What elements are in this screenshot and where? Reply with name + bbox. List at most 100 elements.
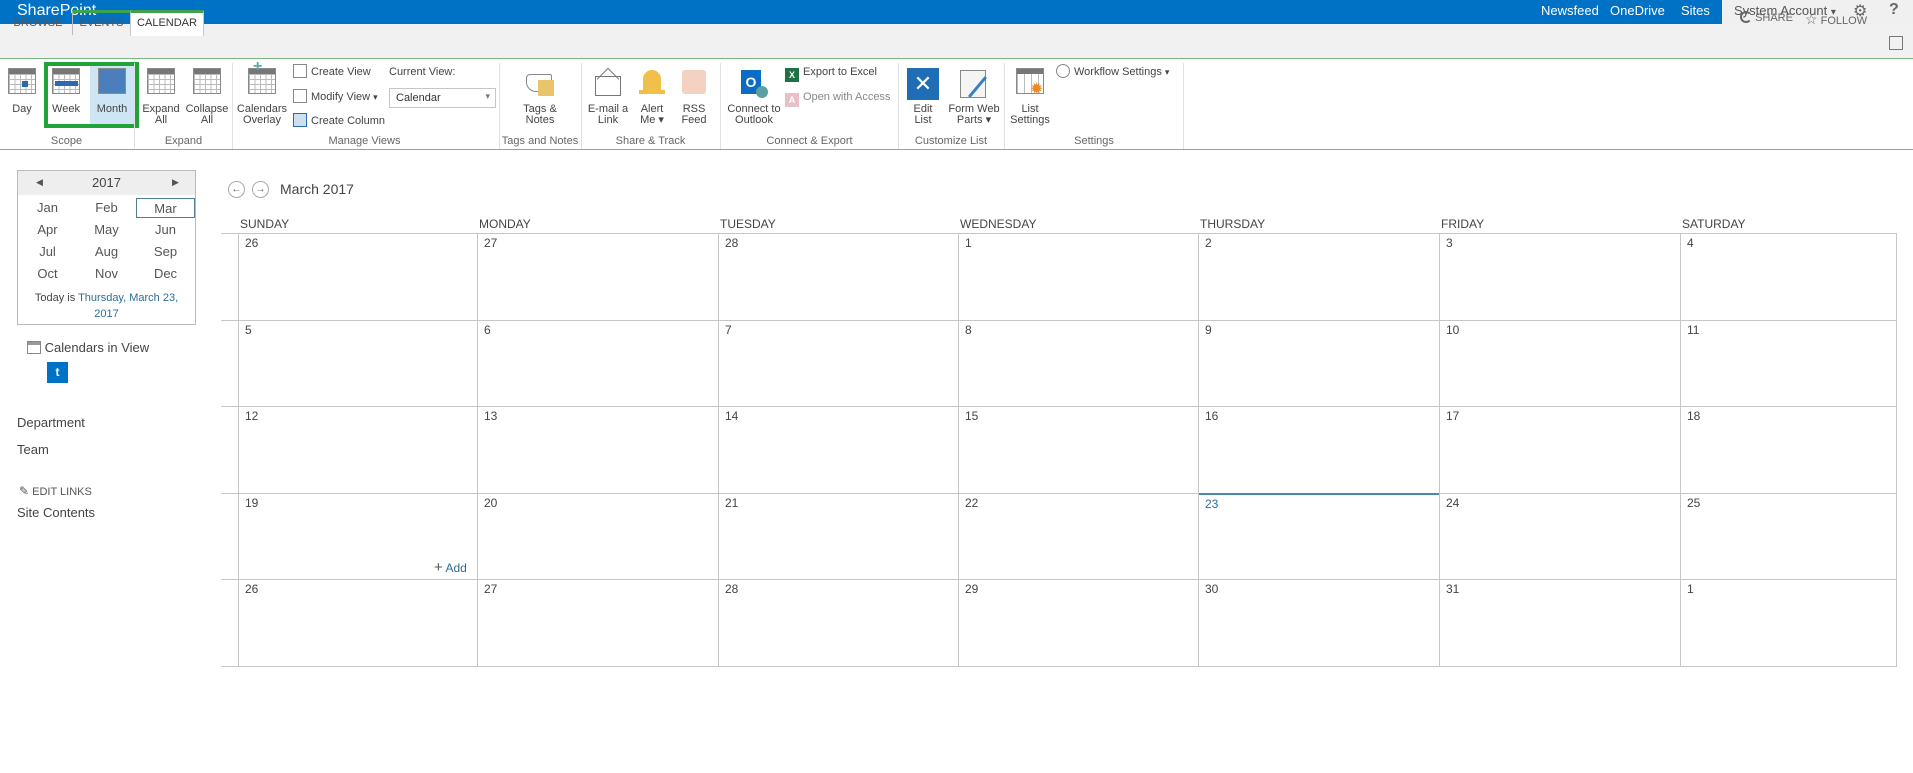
day-cell[interactable]: 10	[1446, 323, 1459, 337]
day-cell[interactable]: 4	[1687, 236, 1694, 250]
edit-links-button[interactable]: ✎ EDIT LINKS	[19, 484, 92, 498]
tag-icon	[524, 68, 556, 100]
month-dec[interactable]: Dec	[136, 264, 195, 284]
month-sep[interactable]: Sep	[136, 242, 195, 262]
day-cell[interactable]: 31	[1446, 582, 1459, 596]
today-year-link[interactable]: 2017	[94, 308, 118, 320]
tab-calendar[interactable]: CALENDAR	[130, 10, 204, 36]
follow-button[interactable]: ☆ FOLLOW	[1805, 11, 1867, 28]
day-cell[interactable]: 5	[245, 323, 252, 337]
expand-all-button[interactable]: Expand All	[141, 62, 181, 126]
newsfeed-link[interactable]: Newsfeed	[1541, 3, 1599, 18]
workflow-settings-button[interactable]: Workflow Settings ▾	[1056, 64, 1169, 80]
list-settings-button[interactable]: ✹ List Settings	[1007, 62, 1053, 126]
tab-browse[interactable]: BROWSE	[6, 10, 70, 35]
day-cell[interactable]: 18	[1687, 409, 1700, 423]
day-cell[interactable]: 25	[1687, 496, 1700, 510]
day-cell[interactable]: 24	[1446, 496, 1459, 510]
day-cell[interactable]: 7	[725, 323, 732, 337]
month-may[interactable]: May	[77, 220, 136, 240]
day-cell[interactable]: 30	[1205, 582, 1218, 596]
day-cell[interactable]: 3	[1446, 236, 1453, 250]
day-cell-today[interactable]: 23	[1205, 497, 1218, 511]
focus-on-content-icon[interactable]	[1889, 36, 1903, 50]
day-cell[interactable]: 1	[965, 236, 972, 250]
month-nov[interactable]: Nov	[77, 264, 136, 284]
day-cell[interactable]: 11	[1687, 323, 1699, 337]
create-view-button[interactable]: Create View	[293, 64, 371, 80]
tags-notes-button[interactable]: Tags & Notes	[510, 62, 570, 126]
day-cell[interactable]: 26	[245, 236, 258, 250]
day-cell[interactable]: 12	[245, 409, 258, 423]
workflow-label: Workflow Settings	[1074, 66, 1162, 78]
day-cell[interactable]: 27	[484, 582, 497, 596]
form-web-parts-label-2: Parts ▾	[956, 114, 992, 126]
day-cell[interactable]: 1	[1687, 582, 1694, 596]
create-column-button[interactable]: Create Column	[293, 113, 385, 129]
day-header-tuesday: TUESDAY	[720, 217, 776, 231]
month-jul[interactable]: Jul	[18, 242, 77, 262]
day-cell[interactable]: 16	[1205, 409, 1218, 423]
today-link[interactable]: Thursday, March 23,	[78, 292, 178, 304]
access-icon: A	[785, 93, 799, 107]
tools-icon: ✕	[907, 68, 939, 100]
day-cell[interactable]: 22	[965, 496, 978, 510]
tab-events[interactable]: EVENTS	[72, 10, 130, 35]
nav-link-team[interactable]: Team	[17, 442, 49, 457]
day-cell[interactable]: 28	[725, 236, 738, 250]
day-cell[interactable]: 19	[245, 496, 258, 510]
day-cell[interactable]: 26	[245, 582, 258, 596]
sites-link[interactable]: Sites	[1681, 3, 1710, 18]
day-cell[interactable]: 13	[484, 409, 497, 423]
connect-outlook-button[interactable]: O Connect to Outlook	[723, 62, 785, 126]
month-feb[interactable]: Feb	[77, 198, 136, 218]
day-cell[interactable]: 15	[965, 409, 978, 423]
email-link-button[interactable]: E-mail a Link	[586, 62, 630, 126]
nav-link-site-contents[interactable]: Site Contents	[17, 505, 95, 520]
day-cell[interactable]: 27	[484, 236, 497, 250]
grid-row-line	[221, 666, 1897, 667]
day-cell[interactable]: 9	[1205, 323, 1212, 337]
calendar-badge[interactable]: t	[47, 362, 68, 383]
day-cell[interactable]: 2	[1205, 236, 1212, 250]
day-button[interactable]: Day	[4, 62, 40, 115]
month-jun[interactable]: Jun	[136, 220, 195, 240]
calendars-overlay-button[interactable]: + Calendars Overlay	[236, 59, 288, 126]
modify-view-label: Modify View	[311, 91, 371, 103]
day-cell[interactable]: 29	[965, 582, 978, 596]
prev-month-button[interactable]: ←	[228, 181, 245, 198]
month-jan[interactable]: Jan	[18, 198, 77, 218]
form-web-parts-button[interactable]: Form Web Parts ▾	[947, 62, 1001, 126]
chevron-down-icon: ▾	[373, 92, 378, 102]
month-aug[interactable]: Aug	[77, 242, 136, 262]
collapse-all-button[interactable]: Collapse All	[185, 62, 229, 126]
excel-icon: X	[785, 68, 799, 82]
day-cell[interactable]: 6	[484, 323, 491, 337]
day-cell[interactable]: 14	[725, 409, 738, 423]
day-cell[interactable]: 17	[1446, 409, 1459, 423]
current-view-select[interactable]: Calendar	[389, 88, 496, 108]
month-apr[interactable]: Apr	[18, 220, 77, 240]
day-cell[interactable]: 20	[484, 496, 497, 510]
next-month-button[interactable]: →	[252, 181, 269, 198]
next-year-icon[interactable]: ▶	[172, 177, 179, 188]
share-button[interactable]: SHARE	[1740, 11, 1793, 24]
alert-me-button[interactable]: Alert Me ▾	[634, 62, 670, 126]
plus-icon: +	[434, 559, 443, 576]
open-access-button[interactable]: A Open with Access	[785, 89, 890, 107]
nav-link-department[interactable]: Department	[17, 415, 85, 430]
today-prefix: Today is	[34, 292, 79, 304]
day-cell[interactable]: 21	[725, 496, 738, 510]
day-cell[interactable]: 28	[725, 582, 738, 596]
month-oct[interactable]: Oct	[18, 264, 77, 284]
add-event-button[interactable]: + Add	[434, 559, 467, 576]
day-cell[interactable]: 8	[965, 323, 972, 337]
help-icon[interactable]: ?	[1889, 1, 1899, 19]
prev-year-icon[interactable]: ◀	[36, 177, 43, 188]
export-excel-button[interactable]: X Export to Excel	[785, 64, 877, 82]
edit-list-button[interactable]: ✕ Edit List	[904, 62, 942, 126]
rss-feed-button[interactable]: RSS Feed	[676, 62, 712, 126]
modify-view-button[interactable]: Modify View ▾	[293, 89, 378, 105]
month-mar[interactable]: Mar	[136, 198, 195, 218]
onedrive-link[interactable]: OneDrive	[1610, 3, 1665, 18]
